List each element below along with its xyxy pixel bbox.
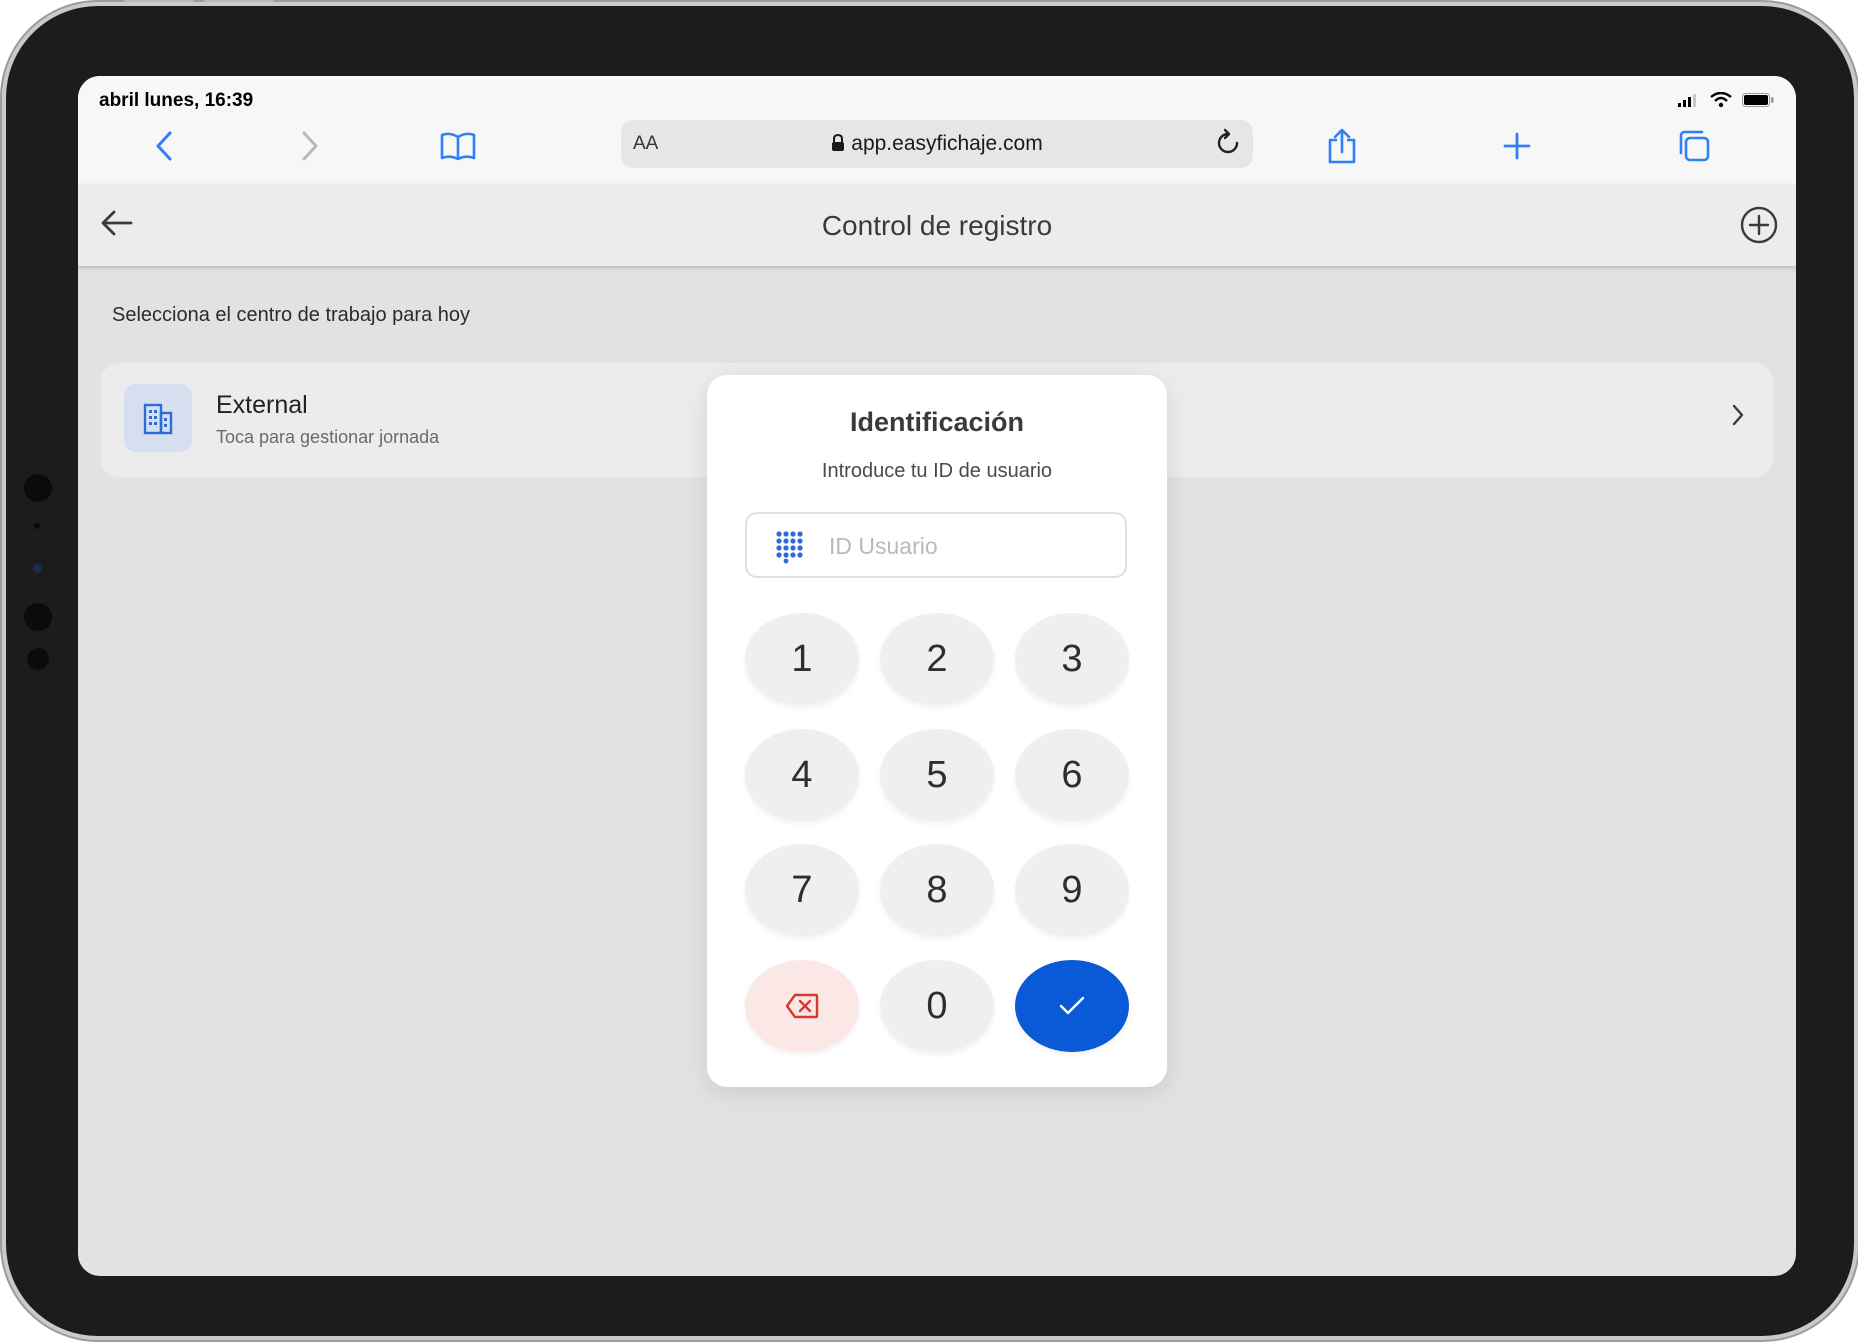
status-time: abril lunes, 16:39 <box>99 90 254 111</box>
app-header: Control de registro <box>78 184 1796 266</box>
url-text: app.easyfichaje.com <box>851 132 1043 155</box>
url-display[interactable]: app.easyfichaje.com <box>621 132 1253 156</box>
add-button[interactable] <box>1740 206 1778 249</box>
key-0[interactable]: 0 <box>880 960 994 1052</box>
lock-icon <box>832 134 845 151</box>
key-4[interactable]: 4 <box>745 729 859 821</box>
bookmarks-button[interactable] <box>438 124 478 168</box>
building-icon-tile <box>124 384 192 452</box>
work-center-subtitle: Toca para gestionar jornada <box>216 427 440 447</box>
work-center-name: External <box>216 391 308 419</box>
sensor-dot-3 <box>27 648 49 670</box>
url-bar[interactable]: AA app.easyfichaje.com <box>621 120 1253 168</box>
key-7[interactable]: 7 <box>745 844 859 936</box>
screen: abril lunes, 16:39 AA app.easyfichaje.co… <box>78 76 1796 1276</box>
backspace-icon <box>785 993 819 1019</box>
identification-modal: Identificación Introduce tu ID de usuari… <box>707 375 1167 1087</box>
tabs-icon <box>1679 130 1710 162</box>
book-icon <box>440 132 476 161</box>
top-button-left <box>124 0 194 2</box>
signal-icon <box>1678 94 1696 107</box>
key-8[interactable]: 8 <box>880 844 994 936</box>
sensor-dot-2 <box>24 603 52 631</box>
share-button[interactable] <box>1322 124 1362 168</box>
building-icon <box>143 403 173 435</box>
browser-forward-button[interactable] <box>290 124 330 168</box>
delete-button[interactable] <box>745 960 859 1052</box>
key-2[interactable]: 2 <box>880 613 994 705</box>
tabs-button[interactable] <box>1674 124 1714 168</box>
modal-title: Identificación <box>849 407 1025 437</box>
wifi-icon <box>1710 92 1732 108</box>
section-label: Selecciona el centro de trabajo para hoy <box>112 304 471 326</box>
share-icon <box>1328 128 1356 164</box>
chevron-right-icon <box>1731 403 1745 432</box>
sensor-dot <box>34 523 40 529</box>
plus-icon <box>1503 132 1531 160</box>
reload-icon <box>1217 128 1239 154</box>
chevron-right-icon <box>302 131 318 161</box>
user-id-field[interactable] <box>745 512 1127 578</box>
ipad-frame: abril lunes, 16:39 AA app.easyfichaje.co… <box>6 0 1854 1336</box>
status-icons <box>1678 92 1774 108</box>
key-9[interactable]: 9 <box>1015 844 1129 936</box>
check-icon <box>1059 996 1085 1015</box>
keypad-icon <box>776 531 803 564</box>
reload-button[interactable] <box>1213 128 1243 163</box>
camera-lens-dot <box>33 564 42 573</box>
key-3[interactable]: 3 <box>1015 613 1129 705</box>
new-tab-button[interactable] <box>1497 124 1537 168</box>
key-5[interactable]: 5 <box>880 729 994 821</box>
browser-back-button[interactable] <box>144 124 184 168</box>
top-button-right <box>204 0 274 2</box>
modal-subtitle: Introduce tu ID de usuario <box>821 460 1053 482</box>
camera-dot <box>24 474 52 502</box>
chevron-left-icon <box>156 131 172 161</box>
user-id-input[interactable] <box>827 522 1111 570</box>
browser-toolbar: abril lunes, 16:39 AA app.easyfichaje.co… <box>78 76 1796 184</box>
plus-circle-icon <box>1740 206 1778 244</box>
confirm-button[interactable] <box>1015 960 1129 1052</box>
key-1[interactable]: 1 <box>745 613 859 705</box>
page-title: Control de registro <box>821 210 1053 241</box>
battery-icon <box>1742 93 1774 107</box>
key-6[interactable]: 6 <box>1015 729 1129 821</box>
